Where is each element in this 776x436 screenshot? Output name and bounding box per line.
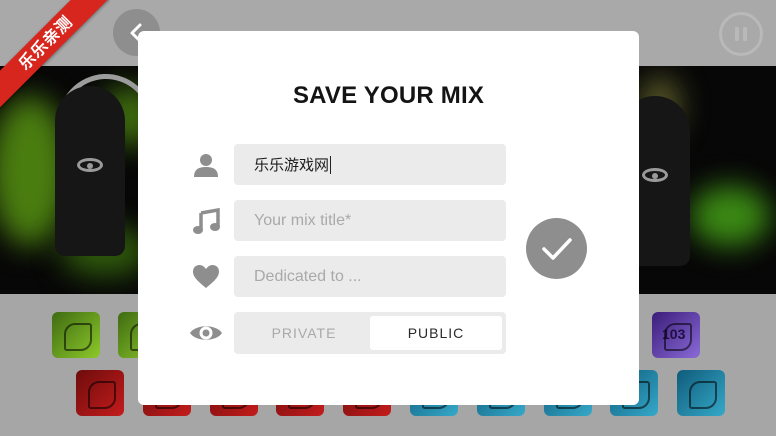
author-value: 乐乐游戏网: [254, 157, 330, 174]
pause-button[interactable]: [719, 12, 763, 56]
eye-icon: [642, 168, 668, 182]
user-icon: [190, 149, 222, 181]
eye-icon: [189, 317, 223, 349]
dedicated-input[interactable]: Dedicated to ...: [234, 256, 506, 297]
watermark-ribbon: 乐乐亲测: [0, 0, 110, 110]
author-field[interactable]: 乐乐游戏网: [234, 144, 506, 185]
confirm-save-button[interactable]: [526, 218, 587, 279]
beat-icon-voice[interactable]: 103: [652, 312, 700, 358]
music-note-icon: [190, 205, 222, 237]
mix-title-input[interactable]: Your mix title*: [234, 200, 506, 241]
speaker-character[interactable]: [55, 86, 125, 256]
private-option[interactable]: PRIVATE: [238, 316, 370, 350]
beat-icon-melody[interactable]: [677, 370, 725, 416]
visibility-toggle[interactable]: PRIVATE PUBLIC: [234, 312, 506, 354]
beat-icon-effect[interactable]: [52, 312, 100, 358]
eye-icon: [77, 158, 103, 172]
beat-icon-drum[interactable]: [76, 370, 124, 416]
public-option[interactable]: PUBLIC: [370, 316, 502, 350]
dialog-title: SAVE YOUR MIX: [292, 82, 485, 109]
stage-glow: [690, 186, 770, 246]
pause-icon: [735, 27, 739, 41]
mix-title-placeholder: Your mix title*: [254, 211, 352, 229]
text-caret: [330, 155, 332, 174]
pause-icon: [743, 27, 747, 41]
dedicated-placeholder: Dedicated to ...: [254, 267, 362, 285]
beat-label: 103: [662, 326, 686, 342]
checkmark-icon: [541, 237, 572, 260]
watermark-text: 乐乐亲测: [0, 0, 110, 109]
heart-icon: [190, 261, 222, 293]
